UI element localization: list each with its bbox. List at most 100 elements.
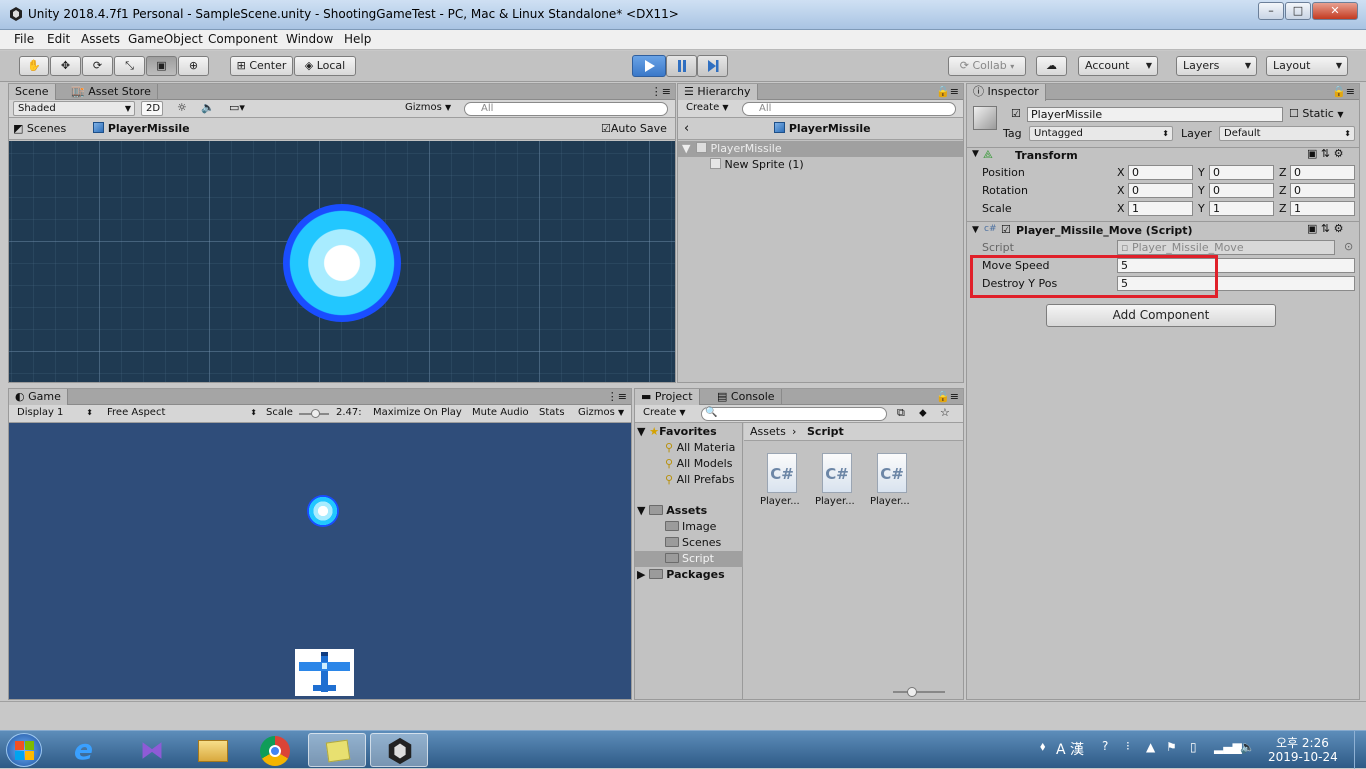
- csharp-file-icon[interactable]: C#: [822, 453, 852, 493]
- tab-game[interactable]: ◐ Game: [9, 389, 68, 406]
- rotation-y-field[interactable]: 0: [1209, 183, 1274, 198]
- assets-node[interactable]: ▼ Assets: [637, 504, 707, 517]
- action-center-icon[interactable]: ⚑: [1166, 740, 1177, 754]
- component-settings-icon[interactable]: ▣ ⇅ ⚙: [1307, 222, 1343, 235]
- aspect-dropdown[interactable]: Free Aspect ⬍: [103, 406, 259, 421]
- tab-scene[interactable]: Scene: [9, 84, 56, 101]
- scale-y-field[interactable]: 1: [1209, 201, 1274, 216]
- scale-z-field[interactable]: 1: [1290, 201, 1355, 216]
- file-label[interactable]: Player...: [815, 496, 855, 507]
- menu-window[interactable]: Window: [286, 32, 333, 46]
- ime-indicator[interactable]: A 漢: [1056, 739, 1084, 759]
- pivot-local-button[interactable]: ◈ Local: [294, 56, 356, 76]
- fav-all-models[interactable]: ⚲ All Models: [665, 457, 732, 470]
- collab-button[interactable]: ⟳ Collab ▾: [948, 56, 1026, 76]
- rotation-z-field[interactable]: 0: [1290, 183, 1355, 198]
- filter-type-icon[interactable]: ⧉: [897, 406, 905, 420]
- shading-mode-dropdown[interactable]: Shaded ▼: [13, 101, 135, 116]
- icon-size-slider[interactable]: [907, 687, 917, 697]
- hand-tool-button[interactable]: ✋: [19, 56, 49, 76]
- mute-audio-toggle[interactable]: Mute Audio: [472, 407, 529, 418]
- menu-assets[interactable]: Assets: [81, 32, 120, 46]
- display-dropdown[interactable]: Display 1 ⬍: [13, 406, 95, 421]
- tab-hierarchy[interactable]: ☰ Hierarchy: [678, 84, 758, 101]
- script-enabled-checkbox-icon[interactable]: ☑: [1001, 223, 1011, 236]
- breadcrumb-assets[interactable]: Assets: [750, 425, 786, 438]
- position-z-field[interactable]: 0: [1290, 165, 1355, 180]
- network-icon[interactable]: ▂▄▆: [1214, 740, 1242, 754]
- game-gizmos-dropdown[interactable]: Gizmos ▼: [578, 407, 624, 418]
- packages-node[interactable]: ▶ Packages: [637, 568, 725, 581]
- tag-dropdown[interactable]: Untagged ⬍: [1029, 126, 1173, 141]
- lock-icon[interactable]: 🔒≡: [936, 85, 959, 98]
- hierarchy-row-root[interactable]: ▼ PlayerMissile: [678, 141, 963, 157]
- power-icon[interactable]: ▯: [1190, 740, 1197, 754]
- show-hidden-icons[interactable]: ▲: [1146, 740, 1155, 754]
- breadcrumb-script[interactable]: Script: [807, 425, 844, 438]
- taskbar-unity[interactable]: [370, 733, 428, 767]
- add-component-button[interactable]: Add Component: [1046, 304, 1276, 327]
- game-viewport[interactable]: [9, 423, 631, 699]
- taskbar-chrome[interactable]: [246, 733, 304, 767]
- move-tool-button[interactable]: ✥: [50, 56, 81, 76]
- scale-slider[interactable]: [311, 409, 320, 418]
- csharp-file-icon[interactable]: C#: [877, 453, 907, 493]
- file-label[interactable]: Player...: [760, 496, 800, 507]
- tab-console[interactable]: ▤ Console: [711, 389, 782, 405]
- active-checkbox-icon[interactable]: ☑: [1011, 107, 1021, 120]
- hierarchy-search-input[interactable]: All: [742, 102, 956, 116]
- object-picker-icon[interactable]: ⊙: [1344, 240, 1353, 253]
- object-name-input[interactable]: PlayerMissile: [1027, 107, 1283, 122]
- folder-image[interactable]: Image: [665, 520, 716, 533]
- panel-menu-icon[interactable]: ⋮≡: [651, 85, 671, 98]
- help-icon[interactable]: ?: [1102, 739, 1108, 753]
- auto-save-toggle[interactable]: ☑Auto Save: [601, 122, 667, 135]
- position-y-field[interactable]: 0: [1209, 165, 1274, 180]
- hierarchy-row-child[interactable]: New Sprite (1): [678, 157, 963, 173]
- scene-search-input[interactable]: All: [464, 102, 668, 116]
- fav-all-materials[interactable]: ⚲ All Materia: [665, 441, 735, 454]
- start-button[interactable]: [6, 733, 42, 767]
- project-search-input[interactable]: 🔍: [701, 407, 887, 421]
- fav-all-prefabs[interactable]: ⚲ All Prefabs: [665, 473, 735, 486]
- step-button[interactable]: [697, 55, 728, 77]
- expand-arrow-icon[interactable]: ▼: [682, 142, 690, 155]
- close-button[interactable]: ✕: [1312, 2, 1358, 20]
- 2d-toggle[interactable]: 2D: [141, 101, 163, 116]
- ime-settings-icon[interactable]: ⁝: [1126, 739, 1130, 753]
- effects-icon[interactable]: ▭▾: [229, 101, 245, 114]
- tab-project[interactable]: ▬ Project: [635, 389, 700, 406]
- component-settings-icon[interactable]: ▣ ⇅ ⚙: [1307, 147, 1343, 160]
- expand-arrow-icon[interactable]: ▼: [972, 149, 979, 159]
- taskbar-explorer[interactable]: [184, 733, 242, 767]
- taskbar-ie[interactable]: e: [60, 733, 118, 767]
- layers-dropdown[interactable]: Layers ▼: [1176, 56, 1257, 76]
- tab-asset-store[interactable]: 🏬 Asset Store: [65, 84, 158, 100]
- clock-time[interactable]: 오후 2:26: [1276, 734, 1329, 751]
- lock-icon[interactable]: 🔒≡: [1332, 85, 1355, 98]
- scale-x-field[interactable]: 1: [1128, 201, 1193, 216]
- csharp-file-icon[interactable]: C#: [767, 453, 797, 493]
- play-button[interactable]: [632, 55, 666, 77]
- menu-help[interactable]: Help: [344, 32, 371, 46]
- rotation-x-field[interactable]: 0: [1128, 183, 1193, 198]
- pause-button[interactable]: [666, 55, 697, 77]
- audio-icon[interactable]: 🔈: [201, 101, 215, 114]
- tab-inspector[interactable]: ⓘ Inspector: [967, 84, 1046, 101]
- favorites-node[interactable]: ▼ ★Favorites: [637, 425, 717, 438]
- lighting-icon[interactable]: ☼: [177, 101, 187, 114]
- account-dropdown[interactable]: Account ▼: [1078, 56, 1158, 76]
- player-ship-sprite[interactable]: [295, 649, 354, 696]
- hierarchy-create-dropdown[interactable]: Create ▼: [682, 101, 734, 116]
- pivot-center-button[interactable]: ⊞ Center: [230, 56, 293, 76]
- volume-icon[interactable]: 🔈: [1240, 740, 1255, 754]
- scale-tool-button[interactable]: ⤡: [114, 56, 145, 76]
- lock-icon[interactable]: 🔒≡: [936, 390, 959, 403]
- clock-date[interactable]: 2019-10-24: [1268, 750, 1338, 764]
- scene-gizmos-dropdown[interactable]: Gizmos ▼: [401, 101, 455, 116]
- scene-viewport[interactable]: [9, 141, 675, 382]
- cloud-button[interactable]: ☁: [1036, 56, 1067, 76]
- folder-scenes[interactable]: Scenes: [665, 536, 721, 549]
- menu-gameobject[interactable]: GameObject: [128, 32, 203, 46]
- language-bar-icon[interactable]: ⬧: [1040, 739, 1045, 754]
